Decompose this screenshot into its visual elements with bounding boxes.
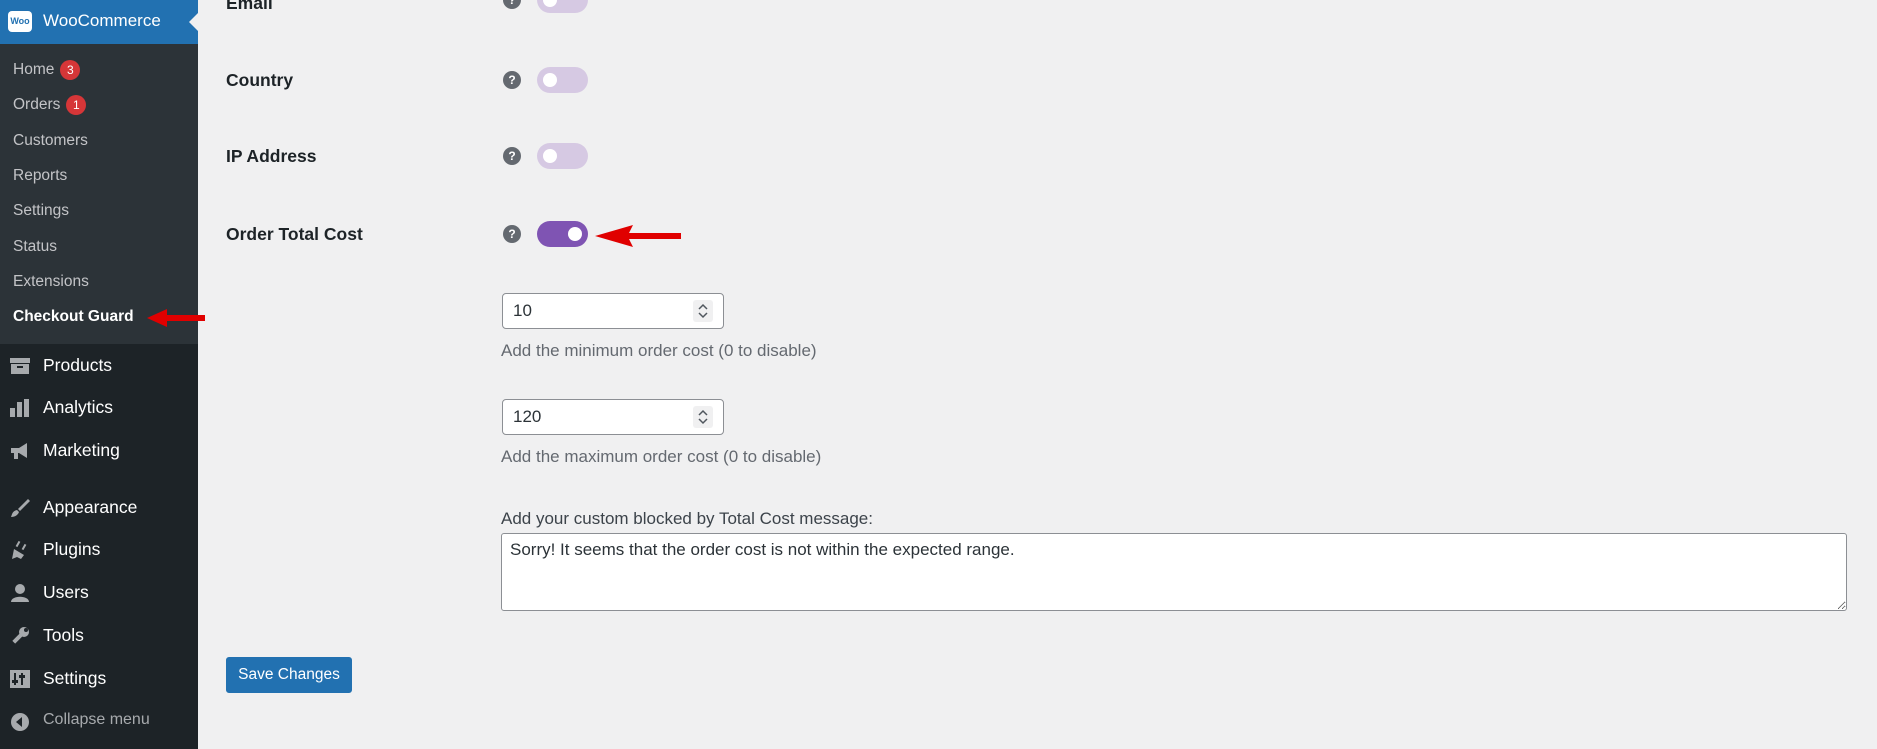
country-toggle[interactable]: [537, 67, 588, 93]
wrench-icon: [12, 627, 29, 644]
submenu-item-label: Home: [13, 61, 55, 79]
woocommerce-logo-icon: Woo: [8, 11, 32, 32]
menu-item-label: Appearance: [43, 497, 138, 517]
email-toggle[interactable]: [537, 0, 588, 13]
number-spinner[interactable]: [693, 406, 713, 428]
bar-chart-icon: [10, 399, 29, 417]
submenu-item-reports[interactable]: Reports: [13, 167, 67, 185]
spinner-arrows-icon: [698, 303, 708, 319]
menu-item-label: Tools: [43, 625, 84, 645]
help-icon[interactable]: ?: [503, 147, 521, 165]
paintbrush-icon: [11, 499, 30, 517]
save-changes-button[interactable]: Save Changes: [226, 657, 352, 693]
order-total-cost-label: Order Total Cost: [226, 224, 363, 244]
plug-icon: [12, 540, 27, 559]
help-icon[interactable]: ?: [503, 225, 521, 243]
country-label: Country: [226, 70, 294, 90]
email-label: Email: [226, 0, 273, 13]
menu-item-marketing[interactable]: Marketing: [0, 433, 198, 469]
collapse-arrow-icon: [11, 713, 29, 731]
submenu-item-extensions[interactable]: Extensions: [13, 273, 89, 291]
submenu-item-checkout-guard[interactable]: Checkout Guard: [13, 308, 134, 326]
woocommerce-menu-title: WooCommerce: [43, 11, 161, 30]
notification-badge: 3: [60, 60, 81, 80]
collapse-menu-button[interactable]: Collapse menu: [0, 704, 198, 740]
help-icon[interactable]: ?: [503, 0, 521, 9]
annotation-arrow-toggle: [595, 225, 681, 247]
menu-item-label: Analytics: [43, 397, 114, 417]
archive-icon: [10, 358, 30, 374]
annotation-arrow-sidebar: [147, 309, 205, 327]
help-icon[interactable]: ?: [503, 71, 521, 89]
menu-item-analytics[interactable]: Analytics: [0, 390, 198, 426]
menu-item-users[interactable]: Users: [0, 575, 198, 611]
minimum-cost-input[interactable]: [502, 293, 724, 329]
collapse-menu-label: Collapse menu: [43, 711, 150, 728]
menu-item-plugins[interactable]: Plugins: [0, 532, 198, 568]
ip-address-label: IP Address: [226, 146, 317, 166]
menu-item-tools[interactable]: Tools: [0, 618, 198, 654]
submenu-item-status[interactable]: Status: [13, 238, 57, 256]
toggle-knob: [568, 227, 582, 241]
maximum-cost-description: Add the maximum order cost (0 to disable…: [501, 447, 822, 466]
user-icon: [11, 584, 29, 602]
menu-item-label: Users: [43, 582, 89, 602]
menu-item-label: Products: [43, 355, 113, 375]
admin-sidebar: Woo WooCommerce Home 3 Orders 1 Customers …: [0, 0, 198, 749]
menu-item-label: Settings: [43, 668, 107, 688]
submenu-item-home[interactable]: Home 3: [13, 60, 81, 80]
submenu-item-settings[interactable]: Settings: [13, 202, 69, 220]
menu-item-label: Marketing: [43, 440, 120, 460]
order-total-cost-toggle[interactable]: [537, 221, 588, 247]
menu-item-label: Plugins: [43, 539, 101, 559]
toggle-knob: [543, 149, 557, 163]
woocommerce-menu-header[interactable]: Woo WooCommerce: [0, 0, 198, 44]
notification-badge: 1: [66, 95, 87, 115]
submenu-item-customers[interactable]: Customers: [13, 132, 88, 150]
menu-item-products[interactable]: Products: [0, 348, 198, 384]
submenu-item-label: Orders: [13, 96, 61, 114]
blocked-message-textarea[interactable]: Sorry! It seems that the order cost is n…: [501, 533, 1847, 611]
current-menu-caret: [189, 13, 198, 31]
number-spinner[interactable]: [693, 300, 713, 322]
maximum-cost-input[interactable]: [502, 399, 724, 435]
blocked-message-label: Add your custom blocked by Total Cost me…: [501, 509, 873, 528]
sliders-icon: [10, 670, 30, 688]
minimum-cost-field[interactable]: [513, 301, 673, 321]
minimum-cost-description: Add the minimum order cost (0 to disable…: [501, 341, 817, 360]
megaphone-icon: [11, 443, 27, 459]
submenu-item-orders[interactable]: Orders 1: [13, 95, 87, 115]
toggle-knob: [543, 0, 557, 7]
menu-item-appearance[interactable]: Appearance: [0, 490, 198, 526]
woocommerce-submenu: Home 3 Orders 1 Customers Reports Settings…: [0, 44, 198, 344]
menu-item-settings[interactable]: Settings: [0, 661, 198, 697]
ip-address-toggle[interactable]: [537, 143, 588, 169]
toggle-knob: [543, 73, 557, 87]
maximum-cost-field[interactable]: [513, 407, 673, 427]
spinner-arrows-icon: [698, 409, 708, 425]
